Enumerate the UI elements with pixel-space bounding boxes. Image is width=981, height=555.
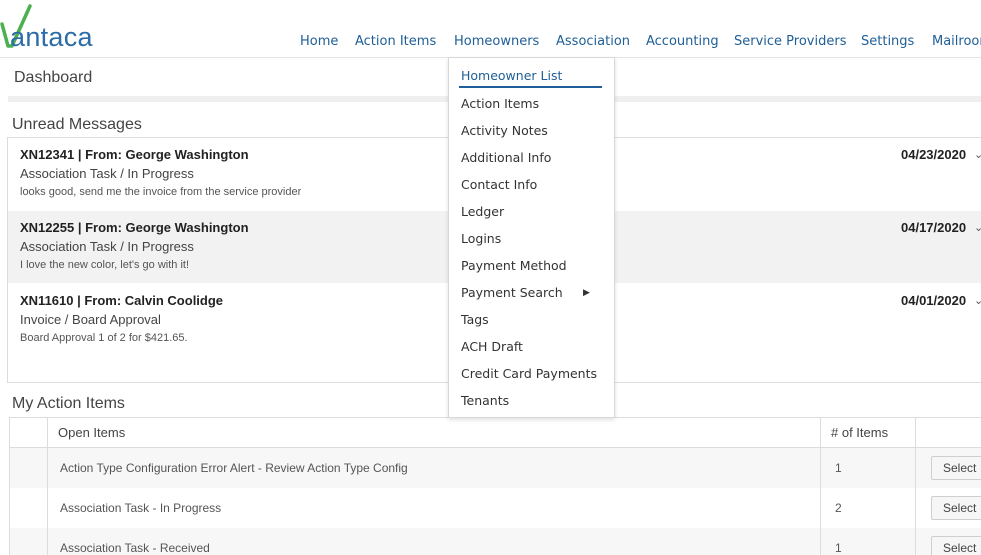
row-item-count: 1 [835,461,842,475]
nav-association[interactable]: Association [556,34,630,49]
unread-messages-title: Unread Messages [12,116,142,133]
menu-item-homeowner-list[interactable]: Homeowner List [461,68,562,83]
select-button[interactable]: Select [931,536,981,555]
caret-right-icon: ▶ [583,288,590,298]
message-subtitle: Association Task / In Progress [20,239,194,254]
col-open-items: Open Items [58,425,126,440]
action-items-title: My Action Items [12,395,125,412]
nav-settings[interactable]: Settings [861,34,914,49]
message-header: XN11610 | From: Calvin Coolidge [20,293,224,308]
nav-mailroom[interactable]: Mailroom [932,34,981,49]
nav-action-items[interactable]: Action Items [355,34,436,49]
menu-item-tags[interactable]: Tags [461,312,489,327]
active-item-underline [459,86,602,88]
row-item-count: 2 [835,501,842,515]
top-header: antaca Home Action Items Homeowners Asso… [0,0,981,58]
menu-item-tenants[interactable]: Tenants [461,393,509,408]
nav-service-providers[interactable]: Service Providers [734,34,846,49]
menu-item-action-items[interactable]: Action Items [461,96,539,111]
homeowners-dropdown-menu: Homeowner List Action Items Activity Not… [448,57,615,418]
column-divider [47,418,48,555]
table-header-row: Open Items # of Items [10,418,981,448]
message-date: 04/01/2020 [901,293,967,308]
select-button[interactable]: Select [931,496,981,520]
message-date: 04/17/2020 [901,220,967,235]
chevron-down-icon[interactable]: ⌄ [974,221,981,234]
message-header: XN12255 | From: George Washington [20,220,249,235]
row-item-name: Association Task - In Progress [60,501,222,515]
menu-item-logins[interactable]: Logins [461,231,501,246]
select-button[interactable]: Select [931,456,981,480]
menu-item-payment-search[interactable]: Payment Search [461,285,563,300]
nav-homeowners[interactable]: Homeowners [454,34,539,49]
table-row: Action Type Configuration Error Alert - … [10,448,981,488]
dashboard-title: Dashboard [14,69,93,86]
action-items-table: Open Items # of Items Action Type Config… [9,417,981,555]
chevron-down-icon[interactable]: ⌄ [974,294,981,307]
menu-item-activity-notes[interactable]: Activity Notes [461,123,548,138]
row-item-name: Association Task - Received [60,541,210,555]
row-item-count: 1 [835,541,842,555]
menu-item-additional-info[interactable]: Additional Info [461,150,551,165]
nav-accounting[interactable]: Accounting [646,34,719,49]
message-header: XN12341 | From: George Washington [20,147,249,162]
column-divider [915,418,916,555]
nav-home[interactable]: Home [300,34,338,49]
message-subtitle: Association Task / In Progress [20,166,194,181]
menu-item-ach-draft[interactable]: ACH Draft [461,339,523,354]
message-date: 04/23/2020 [901,147,967,162]
message-body: Board Approval 1 of 2 for $421.65. [20,332,188,344]
table-row: Association Task - Received 1 Select [10,528,981,555]
menu-item-contact-info[interactable]: Contact Info [461,177,537,192]
message-subtitle: Invoice / Board Approval [20,312,161,327]
menu-item-payment-method[interactable]: Payment Method [461,258,567,273]
col-item-count: # of Items [831,425,889,440]
message-body: I love the new color, let's go with it! [20,259,190,271]
chevron-down-icon[interactable]: ⌄ [974,148,981,161]
page: antaca Home Action Items Homeowners Asso… [0,0,981,555]
message-body: looks good, send me the invoice from the… [20,186,302,198]
row-item-name: Action Type Configuration Error Alert - … [60,461,408,475]
menu-item-ledger[interactable]: Ledger [461,204,504,219]
vantaca-logo[interactable]: antaca [0,2,140,52]
menu-item-credit-card-payments[interactable]: Credit Card Payments [461,366,597,381]
logo-text: antaca [10,22,93,52]
table-row: Association Task - In Progress 2 Select [10,488,981,528]
column-divider [820,418,821,555]
